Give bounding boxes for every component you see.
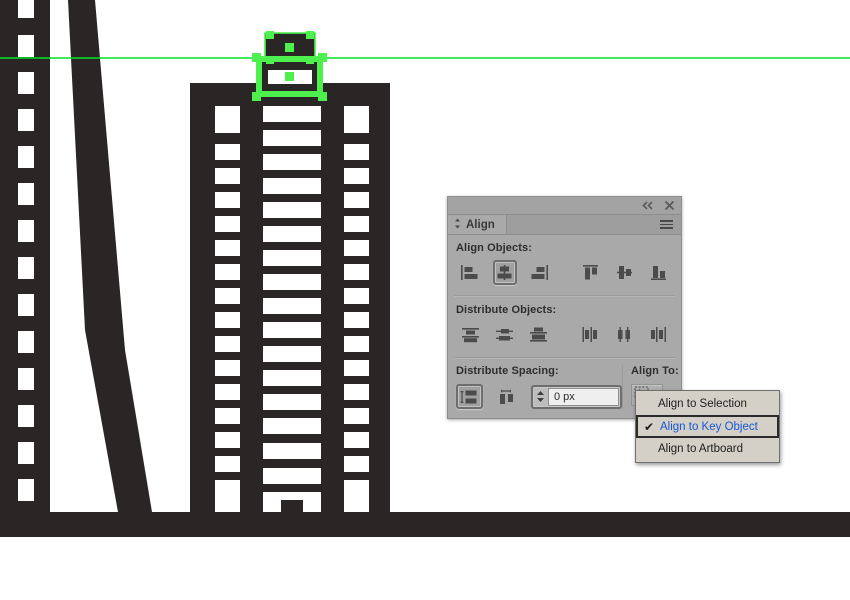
- double-chevron-left-icon[interactable]: [641, 199, 654, 212]
- illustration-canvas[interactable]: [0, 0, 850, 600]
- section-distribute-objects: Distribute Objects:: [448, 297, 681, 353]
- center-point: [285, 72, 294, 81]
- spacing-spinner-icon[interactable]: [533, 390, 548, 403]
- menu-item-align-to-artboard[interactable]: Align to Artboard: [636, 438, 779, 460]
- menu-item-align-to-selection[interactable]: Align to Selection: [636, 393, 779, 415]
- anchor-handle[interactable]: [266, 31, 274, 39]
- anchor-handle[interactable]: [318, 53, 327, 62]
- align-panel[interactable]: Align Align Objects: Distribute Objects:…: [447, 196, 682, 419]
- distribute-spacing-horizontal-button[interactable]: [493, 384, 520, 409]
- distribute-horizontal-center-button[interactable]: [612, 322, 636, 347]
- close-icon[interactable]: [663, 199, 676, 212]
- anchor-handle[interactable]: [252, 92, 261, 101]
- align-objects-buttons: [448, 260, 681, 285]
- panel-menu-icon[interactable]: [655, 215, 681, 234]
- tab-align[interactable]: Align: [448, 215, 507, 234]
- distribute-objects-buttons: [448, 322, 681, 347]
- tab-align-label: Align: [466, 218, 495, 231]
- tab-row-filler: [507, 215, 655, 234]
- section-align-objects: Align Objects:: [448, 235, 681, 291]
- distribute-objects-label: Distribute Objects:: [456, 304, 557, 316]
- align-horizontal-center-button[interactable]: [492, 260, 517, 285]
- align-to-label: Align To:: [631, 365, 679, 377]
- checkmark-icon: ✔: [644, 419, 655, 434]
- menu-item-label: Align to Key Object: [660, 420, 758, 433]
- distribute-vertical-center-button[interactable]: [493, 322, 517, 347]
- align-bottom-button[interactable]: [646, 260, 670, 285]
- anchor-handle[interactable]: [252, 53, 261, 62]
- menu-item-align-to-key-object[interactable]: ✔ Align to Key Object: [636, 415, 779, 438]
- panel-toggle-icon[interactable]: [454, 218, 461, 232]
- distribute-horizontal-right-button[interactable]: [646, 322, 670, 347]
- distribute-spacing-label: Distribute Spacing:: [456, 365, 559, 377]
- menu-item-label: Align to Artboard: [658, 443, 744, 455]
- distribute-spacing-controls: 0 px: [456, 383, 622, 409]
- menu-item-label: Align to Selection: [658, 398, 747, 410]
- rooftop-center-point: [285, 43, 294, 52]
- align-vertical-center-button[interactable]: [612, 260, 636, 285]
- align-top-button[interactable]: [578, 260, 602, 285]
- spacing-input[interactable]: 0 px: [548, 387, 619, 406]
- anchor-handle[interactable]: [306, 31, 314, 39]
- distribute-horizontal-left-button[interactable]: [578, 322, 602, 347]
- align-left-button[interactable]: [459, 260, 483, 285]
- align-right-button[interactable]: [527, 260, 551, 285]
- distribute-spacing-vertical-button[interactable]: [456, 384, 483, 409]
- align-objects-label: Align Objects:: [456, 242, 532, 254]
- anchor-handle[interactable]: [318, 92, 327, 101]
- distribute-vertical-top-button[interactable]: [459, 322, 483, 347]
- panel-titlebar[interactable]: [448, 197, 681, 215]
- spacing-stepper[interactable]: 0 px: [531, 384, 622, 409]
- panel-tab-row[interactable]: Align: [448, 215, 681, 235]
- align-to-dropdown-menu[interactable]: Align to Selection ✔ Align to Key Object…: [635, 390, 780, 463]
- ground-strip: [0, 512, 850, 537]
- distribute-spacing-group: Distribute Spacing: 0 px: [448, 365, 623, 409]
- distribute-vertical-bottom-button[interactable]: [527, 322, 551, 347]
